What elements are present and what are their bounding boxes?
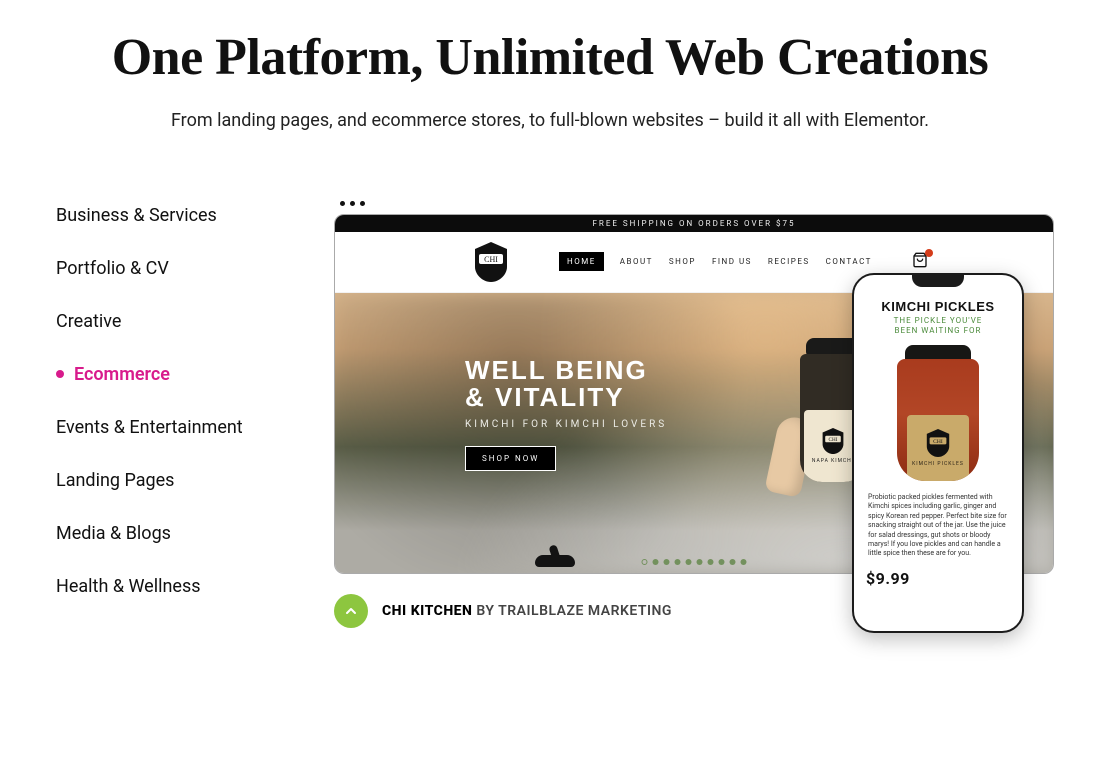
sidebar-item-events[interactable]: Events & Entertainment	[56, 417, 286, 438]
product-description: Probiotic packed pickles fermented with …	[866, 493, 1010, 559]
page-subtitle: From landing pages, and ecommerce stores…	[100, 110, 1000, 131]
product-title: KIMCHI PICKLES	[866, 299, 1010, 314]
hero-line2: & VITALITY	[465, 382, 667, 413]
product-image: CHI KIMCHI PICKLES	[893, 345, 983, 485]
sidebar-item-portfolio[interactable]: Portfolio & CV	[56, 258, 286, 279]
nav-recipes[interactable]: RECIPES	[768, 257, 810, 266]
page-title: One Platform, Unlimited Web Creations	[100, 28, 1000, 88]
credit-badge-icon[interactable]	[334, 594, 368, 628]
sidebar-item-business[interactable]: Business & Services	[56, 205, 286, 226]
svg-text:CHI: CHI	[484, 255, 498, 264]
preview-column: FREE SHIPPING ON ORDERS OVER $75 CHI HOM…	[334, 201, 1054, 628]
nav-contact[interactable]: CONTACT	[826, 257, 872, 266]
sidebar-item-health[interactable]: Health & Wellness	[56, 576, 286, 597]
phone-notch	[912, 275, 964, 287]
next-section-peek	[525, 555, 585, 574]
hero-tagline: KIMCHI FOR KIMCHI LOVERS	[465, 419, 667, 430]
sidebar-item-landing[interactable]: Landing Pages	[56, 470, 286, 491]
preview-nav-links: HOME ABOUT SHOP FIND US RECIPES CONTACT	[559, 252, 928, 272]
credit-brand: CHI KITCHEN	[382, 603, 472, 619]
chi-logo-icon: CHI	[473, 242, 509, 282]
product-price: $9.99	[866, 569, 1010, 588]
shop-now-button[interactable]: SHOP NOW	[465, 446, 556, 471]
nav-shop[interactable]: SHOP	[669, 257, 696, 266]
product-sub1: THE PICKLE YOU'VE	[866, 316, 1010, 325]
category-sidebar: Business & Services Portfolio & CV Creat…	[56, 201, 286, 628]
nav-home[interactable]: HOME	[559, 252, 604, 271]
svg-text:CHI: CHI	[933, 439, 943, 445]
nav-findus[interactable]: FIND US	[712, 257, 752, 266]
credit-byline: BY TRAILBLAZE MARKETING	[472, 603, 672, 619]
cart-icon[interactable]	[912, 252, 928, 272]
phone-jar-label: KIMCHI PICKLES	[912, 461, 964, 467]
more-icon[interactable]	[340, 201, 1054, 206]
sidebar-item-ecommerce[interactable]: Ecommerce	[56, 364, 286, 385]
jar-label-text: NAPA KIMCHI	[812, 458, 854, 464]
sidebar-item-creative[interactable]: Creative	[56, 311, 286, 332]
main-row: Business & Services Portfolio & CV Creat…	[0, 201, 1100, 628]
svg-text:CHI: CHI	[829, 437, 838, 443]
phone-mockup: KIMCHI PICKLES THE PICKLE YOU'VE BEEN WA…	[852, 273, 1024, 633]
nav-about[interactable]: ABOUT	[620, 257, 653, 266]
product-sub2: BEEN WAITING FOR	[866, 326, 1010, 335]
preview-announcement-bar: FREE SHIPPING ON ORDERS OVER $75	[335, 215, 1053, 232]
sidebar-item-media[interactable]: Media & Blogs	[56, 523, 286, 544]
carousel-pager[interactable]	[642, 559, 747, 565]
credit-text: CHI KITCHEN BY TRAILBLAZE MARKETING	[382, 603, 672, 619]
